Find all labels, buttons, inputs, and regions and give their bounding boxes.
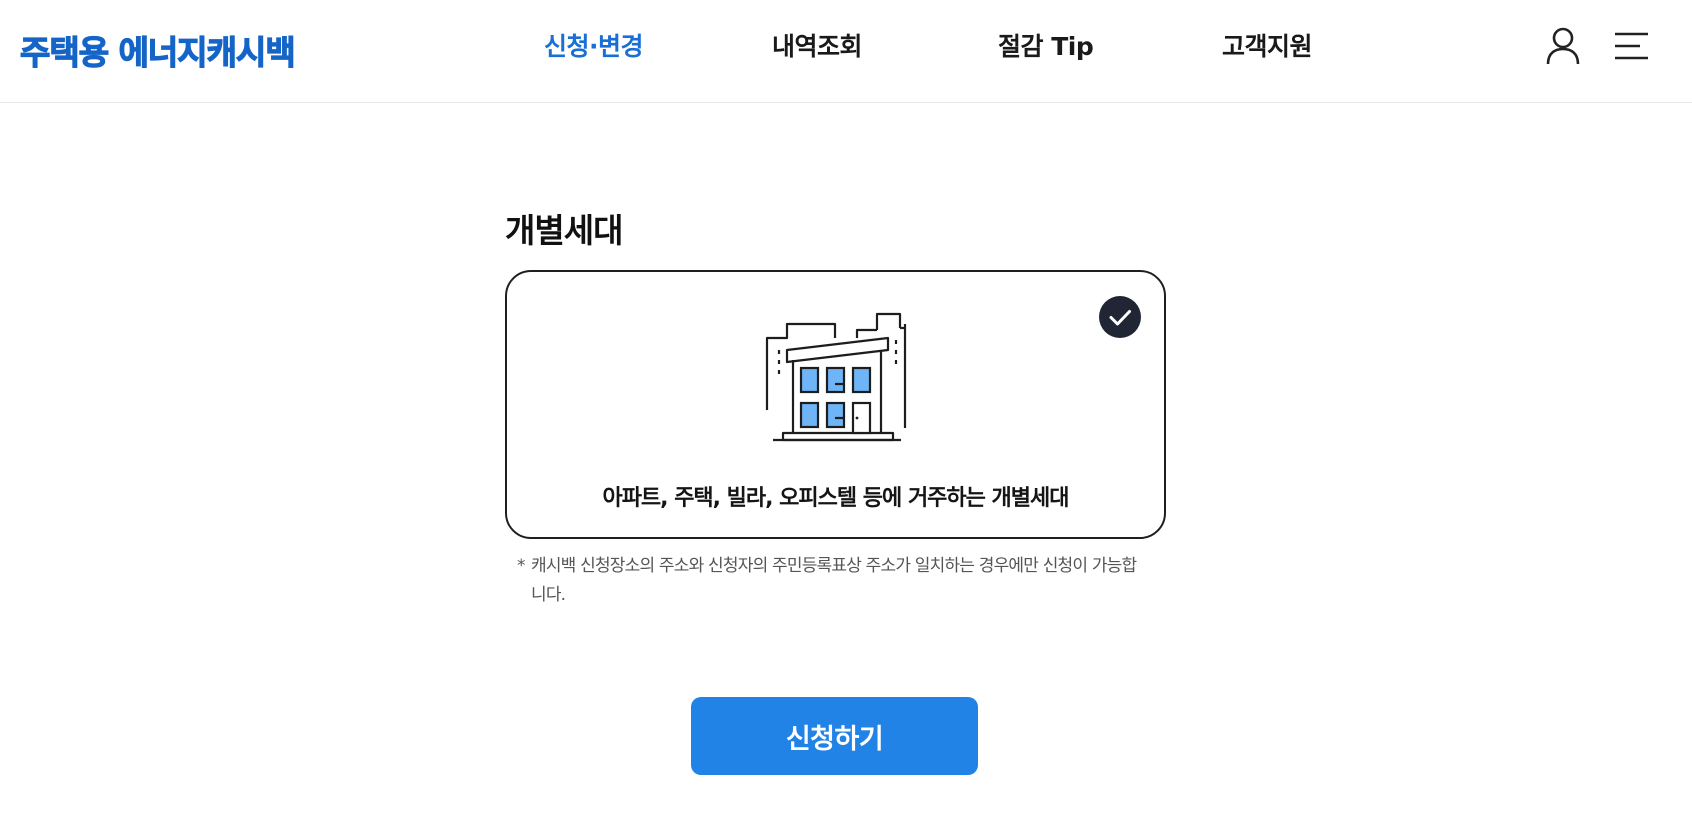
building-icon [765,312,907,442]
site-logo[interactable]: 주택용 에너지캐시백 [19,26,296,74]
menu-button[interactable] [1614,30,1650,62]
individual-household-card[interactable]: 아파트, 주택, 빌라, 오피스텔 등에 거주하는 개별세대 [505,270,1166,539]
eligibility-note: * 캐시백 신청장소의 주소와 신청자의 주민등록표상 주소가 일치하는 경우에… [517,552,1137,610]
nav-customer-support[interactable]: 고객지원 [1222,27,1313,63]
note-text: 캐시백 신청장소의 주소와 신청자의 주민등록표상 주소가 일치하는 경우에만 … [531,556,1137,605]
site-header: 주택용 에너지캐시백 신청·변경 내역조회 절감 Tip 고객지원 [0,0,1692,103]
checkmark-icon [1109,310,1131,326]
nav-saving-tip[interactable]: 절감 Tip [998,27,1094,63]
user-icon [1546,27,1580,65]
note-marker: * [517,556,526,576]
apply-button[interactable]: 신청하기 [691,697,978,775]
nav-apply-change[interactable]: 신청·변경 [544,27,644,63]
card-description: 아파트, 주택, 빌라, 오피스텔 등에 거주하는 개별세대 [602,486,1069,511]
hamburger-menu-icon [1615,32,1648,60]
user-button[interactable] [1546,27,1580,65]
section-title: 개별세대 [505,211,623,250]
nav-history[interactable]: 내역조회 [772,27,863,63]
selected-check-badge [1099,296,1141,338]
